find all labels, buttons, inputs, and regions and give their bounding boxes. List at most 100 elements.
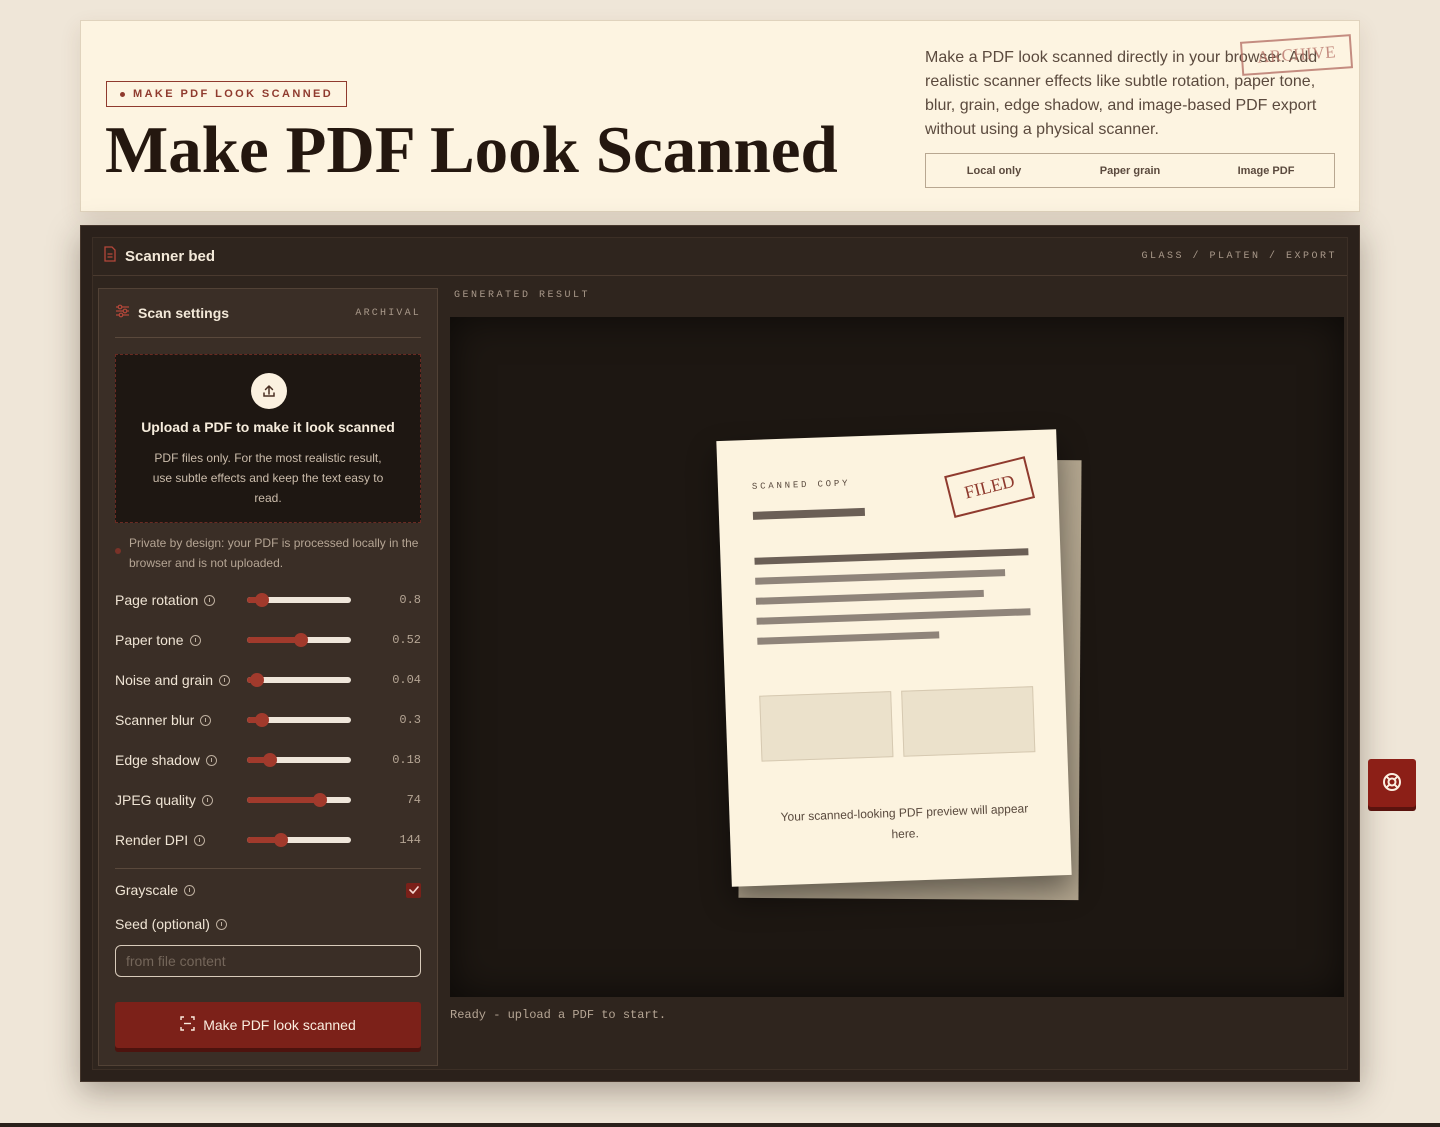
bottom-edge xyxy=(0,1123,1440,1127)
slider-label-group: Noise and grain xyxy=(115,672,247,688)
upload-icon xyxy=(251,373,287,409)
scan-settings-header: Scan settings ARCHIVAL xyxy=(115,289,421,338)
slider-handle[interactable] xyxy=(250,673,265,687)
upload-title: Upload a PDF to make it look scanned xyxy=(141,419,395,435)
bullet-icon xyxy=(120,91,125,97)
lifebuoy-icon xyxy=(1381,771,1403,796)
document-icon xyxy=(103,246,117,267)
hero-header: MAKE PDF LOOK SCANNED Make PDF Look Scan… xyxy=(80,20,1360,212)
slider-track[interactable] xyxy=(247,753,351,767)
make-scanned-button[interactable]: Make PDF look scanned xyxy=(115,1002,421,1048)
pdf-dropzone[interactable]: Upload a PDF to make it look scanned PDF… xyxy=(115,354,421,523)
pill-local-only: Local only xyxy=(966,164,1022,177)
seed-input[interactable] xyxy=(115,945,421,977)
paper-text-line xyxy=(754,548,1029,565)
seed-label: Seed (optional) xyxy=(115,916,210,932)
slider-track[interactable] xyxy=(247,673,351,687)
scanner-bed-inner: Scanner bed GLASS / PLATEN / EXPORT Scan… xyxy=(92,237,1348,1070)
info-icon[interactable] xyxy=(219,674,231,686)
slider-label-group: Paper tone xyxy=(115,632,247,648)
privacy-note: Private by design: your PDF is processed… xyxy=(115,533,421,573)
info-icon[interactable] xyxy=(184,884,196,896)
slider-row: JPEG quality 74 xyxy=(115,790,421,810)
slider-value: 0.3 xyxy=(399,713,421,727)
privacy-dot-icon xyxy=(115,548,121,554)
divider xyxy=(115,868,421,869)
privacy-text: Private by design: your PDF is processed… xyxy=(129,536,419,570)
info-icon[interactable] xyxy=(215,918,227,930)
scanner-bed-title: Scanner bed xyxy=(125,248,216,265)
eyebrow-text: MAKE PDF LOOK SCANNED xyxy=(133,88,334,100)
slider-handle[interactable] xyxy=(294,633,309,647)
pill-paper-grain: Paper grain xyxy=(1099,164,1161,177)
feature-pills: Local only Paper grain Image PDF xyxy=(925,153,1335,188)
slider-track[interactable] xyxy=(247,593,351,607)
slider-row: Page rotation 0.8 xyxy=(115,590,421,610)
paper-image-box xyxy=(901,686,1036,757)
page-title: Make PDF Look Scanned xyxy=(105,113,838,187)
slider-value: 0.18 xyxy=(392,753,421,767)
eyebrow-badge: MAKE PDF LOOK SCANNED xyxy=(106,81,348,107)
slider-label: Render DPI xyxy=(115,832,189,848)
info-icon[interactable] xyxy=(189,634,201,646)
result-preview: SCANNED COPY Your scanned-looking PDF pr… xyxy=(450,317,1344,997)
slider-value: 0.52 xyxy=(392,633,421,647)
placeholder-paper: SCANNED COPY Your scanned-looking PDF pr… xyxy=(716,429,1072,887)
slider-track[interactable] xyxy=(247,633,351,647)
slider-label-group: Edge shadow xyxy=(115,752,247,768)
info-icon[interactable] xyxy=(201,794,213,806)
paper-image-box xyxy=(759,691,894,762)
filed-stamp: FILED xyxy=(944,456,1036,518)
slider-value: 0.04 xyxy=(392,673,421,687)
slider-handle[interactable] xyxy=(262,753,277,767)
slider-value: 144 xyxy=(399,833,421,847)
slider-handle[interactable] xyxy=(254,713,269,727)
paper-caption: Your scanned-looking PDF preview will ap… xyxy=(780,801,1029,842)
upload-description: PDF files only. For the most realistic r… xyxy=(152,451,384,505)
slider-track[interactable] xyxy=(247,833,351,847)
info-icon[interactable] xyxy=(194,834,206,846)
grayscale-checkbox[interactable] xyxy=(406,882,421,898)
slider-label: Edge shadow xyxy=(115,752,200,768)
slider-label: JPEG quality xyxy=(115,792,196,808)
slider-label-group: Scanner blur xyxy=(115,712,247,728)
slider-label-group: JPEG quality xyxy=(115,792,247,808)
slider-row: Paper tone 0.52 xyxy=(115,630,421,650)
pill-image-pdf: Image PDF xyxy=(1237,164,1295,177)
make-scanned-label: Make PDF look scanned xyxy=(203,1017,356,1033)
help-button[interactable] xyxy=(1368,759,1416,807)
info-icon[interactable] xyxy=(200,714,212,726)
info-icon[interactable] xyxy=(204,594,216,606)
scanner-bed-panel: Scanner bed GLASS / PLATEN / EXPORT Scan… xyxy=(80,225,1360,1082)
scanner-bed-header: Scanner bed GLASS / PLATEN / EXPORT xyxy=(93,238,1347,276)
paper-kicker: SCANNED COPY xyxy=(751,478,851,492)
slider-track[interactable] xyxy=(247,793,351,807)
slider-fill xyxy=(247,797,320,803)
slider-row: Noise and grain 0.04 xyxy=(115,670,421,690)
slider-label: Noise and grain xyxy=(115,672,214,688)
grayscale-row: Grayscale xyxy=(115,879,421,901)
status-text: Ready - upload a PDF to start. xyxy=(450,1008,667,1022)
scanner-bed-steps: GLASS / PLATEN / EXPORT xyxy=(1141,251,1337,262)
slider-handle[interactable] xyxy=(312,793,327,807)
paper-text-line xyxy=(755,589,984,605)
archival-badge: ARCHIVAL xyxy=(355,307,421,319)
slider-handle[interactable] xyxy=(274,833,289,847)
slider-track[interactable] xyxy=(247,713,351,727)
slider-value: 0.8 xyxy=(399,593,421,607)
slider-handle[interactable] xyxy=(254,593,269,607)
slider-value: 74 xyxy=(406,793,421,807)
paper-text-line xyxy=(756,608,1031,625)
info-icon[interactable] xyxy=(205,754,217,766)
paper-text-line xyxy=(757,631,940,645)
slider-label: Paper tone xyxy=(115,632,184,648)
result-label: GENERATED RESULT xyxy=(454,290,591,301)
slider-label: Page rotation xyxy=(115,592,199,608)
paper-heading-bar xyxy=(752,507,866,520)
slider-label: Scanner blur xyxy=(115,712,195,728)
archive-stamp: ARCHIVE xyxy=(1239,34,1354,76)
scan-settings-title: Scan settings xyxy=(138,305,230,321)
seed-label-row: Seed (optional) xyxy=(115,916,227,932)
slider-fill xyxy=(247,637,302,643)
slider-row: Render DPI 144 xyxy=(115,830,421,850)
